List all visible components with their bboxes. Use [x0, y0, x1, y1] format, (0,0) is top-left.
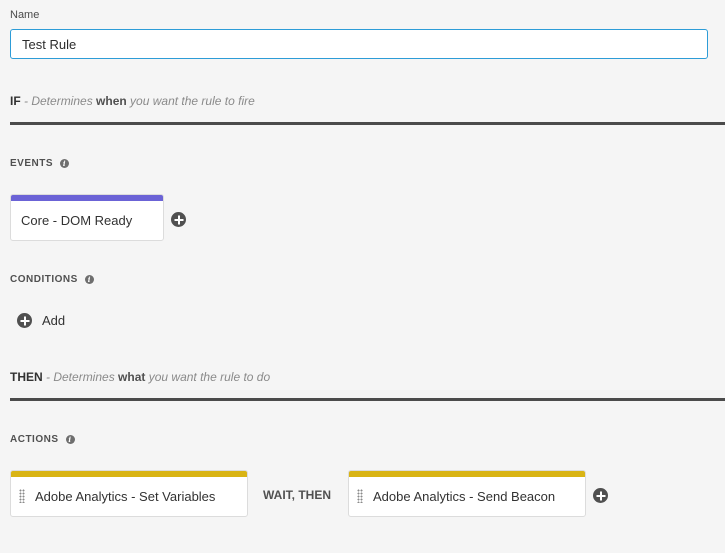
drag-handle-icon[interactable]: [357, 489, 363, 503]
events-label: EVENTS i: [10, 158, 70, 169]
name-label: Name: [10, 9, 40, 21]
actions-label-text: ACTIONS: [10, 434, 59, 445]
if-desc-prefix: - Determines: [24, 94, 97, 108]
if-section-heading: IF - Determines when you want the rule t…: [10, 94, 255, 108]
conditions-label: CONDITIONS i: [10, 274, 94, 285]
add-event-plus-icon[interactable]: [171, 212, 186, 227]
then-keyword: THEN: [10, 370, 43, 384]
if-desc-emphasis: when: [96, 94, 127, 108]
drag-handle-icon[interactable]: [19, 489, 25, 503]
then-divider: [10, 398, 725, 401]
action-card-color-bar: [349, 471, 585, 477]
then-desc-suffix: you want the rule to do: [145, 370, 271, 384]
action-card[interactable]: Adobe Analytics - Send Beacon: [348, 470, 586, 517]
add-action-plus-icon[interactable]: [593, 488, 608, 503]
events-label-text: EVENTS: [10, 158, 54, 169]
then-desc-emphasis: what: [118, 370, 146, 384]
plus-circle-icon: [17, 313, 32, 328]
event-card-color-bar: [11, 195, 163, 201]
add-condition-label: Add: [42, 313, 66, 328]
info-icon[interactable]: i: [84, 275, 94, 284]
if-keyword: IF: [10, 94, 21, 108]
then-section-heading: THEN - Determines what you want the rule…: [10, 370, 270, 384]
rule-name-input[interactable]: [10, 29, 708, 59]
event-card[interactable]: Core - DOM Ready: [10, 194, 164, 241]
then-desc-prefix: - Determines: [46, 370, 119, 384]
wait-then-label: WAIT, THEN: [263, 488, 331, 502]
action-card-label: Adobe Analytics - Set Variables: [35, 488, 216, 504]
actions-label: ACTIONS i: [10, 434, 75, 445]
conditions-label-text: CONDITIONS: [10, 274, 78, 285]
info-icon[interactable]: i: [65, 435, 75, 444]
action-card-label: Adobe Analytics - Send Beacon: [373, 488, 556, 504]
event-card-label: Core - DOM Ready: [21, 212, 133, 228]
if-desc-suffix: you want the rule to fire: [126, 94, 255, 108]
info-icon[interactable]: i: [60, 159, 70, 168]
if-divider: [10, 122, 725, 125]
action-card-color-bar: [11, 471, 247, 477]
add-condition-button[interactable]: Add: [17, 313, 65, 328]
action-card[interactable]: Adobe Analytics - Set Variables: [10, 470, 248, 517]
